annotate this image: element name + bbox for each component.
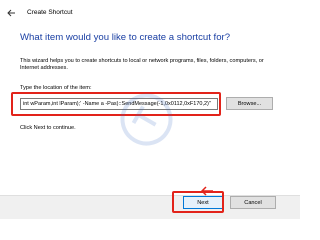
next-hint: Click Next to continue. — [20, 125, 76, 131]
cancel-button[interactable]: Cancel — [230, 196, 276, 209]
location-highlight-box — [11, 92, 221, 116]
window-title: Create Shortcut — [27, 9, 73, 16]
back-arrow-icon — [7, 9, 15, 17]
back-button[interactable] — [4, 6, 18, 20]
next-highlight-box — [172, 191, 224, 213]
pointer-arrow-icon — [200, 186, 213, 196]
page-heading: What item would you like to create a sho… — [20, 32, 231, 43]
title-bar: Create Shortcut — [0, 0, 300, 28]
location-label: Type the location of the item: — [20, 85, 92, 91]
wizard-description: This wizard helps you to create shortcut… — [20, 58, 264, 72]
browse-button[interactable]: Browse... — [226, 97, 273, 110]
